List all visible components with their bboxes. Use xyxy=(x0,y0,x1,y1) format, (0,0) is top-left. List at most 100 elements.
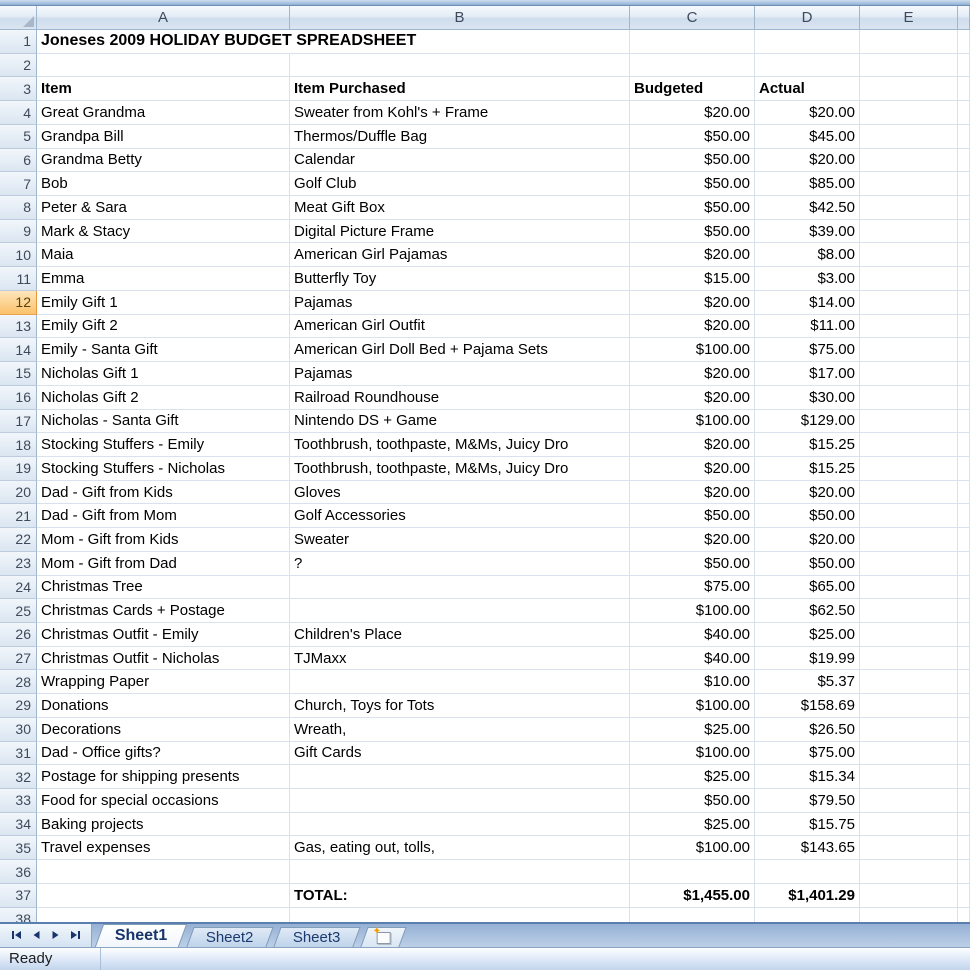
cell-E24[interactable] xyxy=(860,576,958,600)
row-header-37[interactable]: 37 xyxy=(0,884,37,908)
cell-A5[interactable]: Grandpa Bill xyxy=(37,125,290,149)
cell-E13[interactable] xyxy=(860,315,958,339)
cell-D15[interactable]: $17.00 xyxy=(755,362,860,386)
cell-B17[interactable]: Nintendo DS + Game xyxy=(290,410,630,434)
cell-E37[interactable] xyxy=(860,884,958,908)
cell-F17[interactable] xyxy=(958,410,970,434)
cell-D24[interactable]: $65.00 xyxy=(755,576,860,600)
cell-F19[interactable] xyxy=(958,457,970,481)
cell-F2[interactable] xyxy=(958,54,970,78)
cell-F13[interactable] xyxy=(958,315,970,339)
cell-F9[interactable] xyxy=(958,220,970,244)
cell-B37[interactable]: TOTAL: xyxy=(290,884,630,908)
cell-F22[interactable] xyxy=(958,528,970,552)
row-header-25[interactable]: 25 xyxy=(0,599,37,623)
cell-A33[interactable]: Food for special occasions xyxy=(37,789,290,813)
cell-C12[interactable]: $20.00 xyxy=(630,291,755,315)
cell-F3[interactable] xyxy=(958,77,970,101)
cell-C34[interactable]: $25.00 xyxy=(630,813,755,837)
row-header-33[interactable]: 33 xyxy=(0,789,37,813)
row-header-11[interactable]: 11 xyxy=(0,267,37,291)
cell-E23[interactable] xyxy=(860,552,958,576)
cell-E25[interactable] xyxy=(860,599,958,623)
cell-F6[interactable] xyxy=(958,149,970,173)
cell-B4[interactable]: Sweater from Kohl's + Frame xyxy=(290,101,630,125)
cell-B12[interactable]: Pajamas xyxy=(290,291,630,315)
cell-D10[interactable]: $8.00 xyxy=(755,243,860,267)
cell-A11[interactable]: Emma xyxy=(37,267,290,291)
cell-B36[interactable] xyxy=(290,860,630,884)
cell-E14[interactable] xyxy=(860,338,958,362)
cell-B16[interactable]: Railroad Roundhouse xyxy=(290,386,630,410)
cell-D17[interactable]: $129.00 xyxy=(755,410,860,434)
cell-A38[interactable] xyxy=(37,908,290,922)
cell-B6[interactable]: Calendar xyxy=(290,149,630,173)
cell-D1[interactable] xyxy=(755,30,860,54)
cell-E22[interactable] xyxy=(860,528,958,552)
cell-B13[interactable]: American Girl Outfit xyxy=(290,315,630,339)
select-all-corner[interactable] xyxy=(0,6,37,30)
cell-A18[interactable]: Stocking Stuffers - Emily xyxy=(37,433,290,457)
cell-C5[interactable]: $50.00 xyxy=(630,125,755,149)
cell-B22[interactable]: Sweater xyxy=(290,528,630,552)
cell-F33[interactable] xyxy=(958,789,970,813)
cell-F14[interactable] xyxy=(958,338,970,362)
row-header-28[interactable]: 28 xyxy=(0,670,37,694)
cell-F37[interactable] xyxy=(958,884,970,908)
last-sheet-button[interactable] xyxy=(67,927,84,944)
cell-D38[interactable] xyxy=(755,908,860,922)
cell-B19[interactable]: Toothbrush, toothpaste, M&Ms, Juicy Dro xyxy=(290,457,630,481)
cell-E7[interactable] xyxy=(860,172,958,196)
cell-A34[interactable]: Baking projects xyxy=(37,813,290,837)
first-sheet-button[interactable] xyxy=(7,927,24,944)
cell-B23[interactable]: ? xyxy=(290,552,630,576)
cell-D27[interactable]: $19.99 xyxy=(755,647,860,671)
cell-B32[interactable] xyxy=(290,765,630,789)
cell-C25[interactable]: $100.00 xyxy=(630,599,755,623)
cell-F10[interactable] xyxy=(958,243,970,267)
cell-F34[interactable] xyxy=(958,813,970,837)
row-header-6[interactable]: 6 xyxy=(0,149,37,173)
cell-F24[interactable] xyxy=(958,576,970,600)
cell-D35[interactable]: $143.65 xyxy=(755,836,860,860)
row-header-10[interactable]: 10 xyxy=(0,243,37,267)
cell-E16[interactable] xyxy=(860,386,958,410)
cell-D26[interactable]: $25.00 xyxy=(755,623,860,647)
row-header-34[interactable]: 34 xyxy=(0,813,37,837)
cell-A24[interactable]: Christmas Tree xyxy=(37,576,290,600)
cell-F1[interactable] xyxy=(958,30,970,54)
cell-C13[interactable]: $20.00 xyxy=(630,315,755,339)
column-header-D[interactable]: D xyxy=(755,6,860,30)
cell-A29[interactable]: Donations xyxy=(37,694,290,718)
cell-C24[interactable]: $75.00 xyxy=(630,576,755,600)
cell-C8[interactable]: $50.00 xyxy=(630,196,755,220)
cell-D20[interactable]: $20.00 xyxy=(755,481,860,505)
insert-worksheet-tab[interactable]: ✦ xyxy=(360,927,406,947)
cell-C27[interactable]: $40.00 xyxy=(630,647,755,671)
cell-D30[interactable]: $26.50 xyxy=(755,718,860,742)
cell-A7[interactable]: Bob xyxy=(37,172,290,196)
cell-D9[interactable]: $39.00 xyxy=(755,220,860,244)
cell-A25[interactable]: Christmas Cards + Postage xyxy=(37,599,290,623)
row-header-24[interactable]: 24 xyxy=(0,576,37,600)
cell-E36[interactable] xyxy=(860,860,958,884)
cell-C7[interactable]: $50.00 xyxy=(630,172,755,196)
cell-E4[interactable] xyxy=(860,101,958,125)
cell-C28[interactable]: $10.00 xyxy=(630,670,755,694)
cell-C29[interactable]: $100.00 xyxy=(630,694,755,718)
cell-D5[interactable]: $45.00 xyxy=(755,125,860,149)
cell-E30[interactable] xyxy=(860,718,958,742)
cell-B24[interactable] xyxy=(290,576,630,600)
cell-A4[interactable]: Great Grandma xyxy=(37,101,290,125)
cell-D25[interactable]: $62.50 xyxy=(755,599,860,623)
cell-F18[interactable] xyxy=(958,433,970,457)
cell-A22[interactable]: Mom - Gift from Kids xyxy=(37,528,290,552)
cell-B28[interactable] xyxy=(290,670,630,694)
cell-F31[interactable] xyxy=(958,742,970,766)
cell-B20[interactable]: Gloves xyxy=(290,481,630,505)
cell-D36[interactable] xyxy=(755,860,860,884)
row-header-15[interactable]: 15 xyxy=(0,362,37,386)
cell-E26[interactable] xyxy=(860,623,958,647)
column-header-C[interactable]: C xyxy=(630,6,755,30)
cell-E17[interactable] xyxy=(860,410,958,434)
